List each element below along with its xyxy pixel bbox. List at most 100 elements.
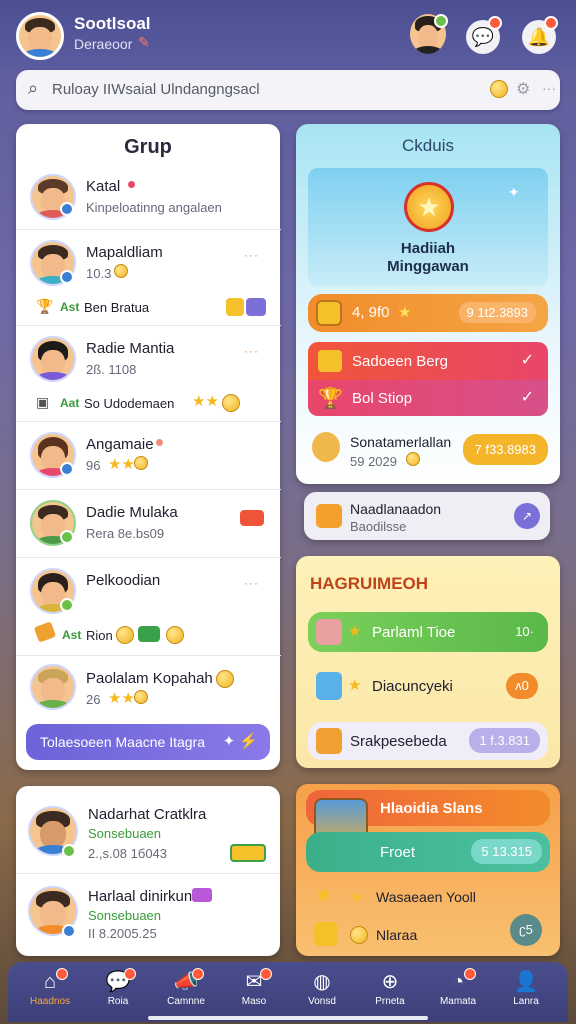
level-badge bbox=[192, 888, 212, 902]
group-item[interactable]: Katal Kinpeloatinng angalaen bbox=[16, 168, 281, 230]
pencil-icon[interactable]: ✎ bbox=[138, 34, 150, 51]
trophy-icon bbox=[314, 922, 338, 946]
nav-item-chat[interactable]: 💬 Roia bbox=[88, 966, 148, 1018]
rewards-row[interactable]: Nlaraa ʗ5 bbox=[306, 914, 550, 952]
rewards-panel: Hlaoidia Slans Froet 5 13.315 ★ ★ Wasaea… bbox=[296, 784, 560, 956]
online-badge bbox=[60, 598, 74, 612]
weekly-summary-title: Sonatamerlallan bbox=[350, 434, 452, 450]
profile-icon: 👤 bbox=[513, 971, 539, 993]
group-name: Pelkoodian bbox=[86, 572, 161, 589]
gem-icon bbox=[316, 672, 342, 700]
group-item[interactable]: Angamaie 96 ★★ bbox=[16, 422, 281, 490]
nav-label: Haadnos bbox=[29, 996, 71, 1007]
group-extra: Rion bbox=[86, 628, 113, 643]
mission-item[interactable]: Srakpesebeda 1 f.3.831 bbox=[308, 722, 548, 760]
group-panel: Grup Katal Kinpeloatinng angalaen Mapald… bbox=[16, 124, 281, 770]
more-icon[interactable]: ··· bbox=[244, 248, 259, 262]
app-header: Sootlsoal Deraeoor ✎ 💬 🔔 bbox=[0, 0, 576, 70]
nav-label: Mamata bbox=[439, 996, 477, 1007]
rewards-title: Hlaoidia Slans bbox=[380, 800, 483, 817]
group-item[interactable]: Paolalam Kopahah 26 ★★ bbox=[16, 656, 281, 716]
nav-item-games[interactable]: 📣 Camnne bbox=[156, 966, 216, 1018]
rewards-row-label: Nlaraa bbox=[376, 927, 418, 943]
chat-badge bbox=[488, 16, 502, 30]
nav-item-clock[interactable]: ◔ Mamata bbox=[428, 966, 488, 1018]
weekly-footer[interactable]: Naadlanaadon Baodilsse ↗ bbox=[304, 492, 550, 540]
group-sub: 2ß. 1108 bbox=[86, 362, 137, 377]
nav-item-messages[interactable]: ✉ Maso bbox=[224, 966, 284, 1018]
check-icon: ✓ bbox=[520, 389, 534, 406]
avatar bbox=[30, 664, 76, 710]
star-badge-icon: ★ bbox=[314, 882, 334, 907]
missions-panel: HAGRUIMEOH ★ Parlaml Tioe 10· ★ Diacuncy… bbox=[296, 556, 560, 768]
medal-icon: ★ bbox=[404, 182, 454, 232]
group-item[interactable]: Pelkoodian ··· Ast Rion bbox=[16, 558, 281, 656]
check-icon: ✓ bbox=[520, 352, 534, 369]
friend-item[interactable]: Harlaal dinirkun Sonsebuaen II 8.2005.25 bbox=[16, 876, 280, 952]
weekly-footer-sub: Baodilsse bbox=[350, 519, 407, 534]
weekly-row-coins-right: 9 1t2.3893 bbox=[458, 302, 536, 323]
rewards-row-label: Wasaeaen Yooll bbox=[376, 889, 476, 905]
nav-label: Maso bbox=[241, 996, 267, 1007]
more-icon[interactable]: ··· bbox=[244, 344, 259, 358]
search-bar[interactable]: ⌕ Ruloay IIWsaial Ulndangngsacl ⚙ ··· bbox=[16, 70, 560, 110]
group-item[interactable]: Mapaldliam 10.3 ··· 🏆 Ast Ben Bratua bbox=[16, 230, 281, 326]
more-icon[interactable]: ··· bbox=[542, 80, 556, 96]
friend-meta: II 8.2005.25 bbox=[88, 926, 157, 941]
group-item[interactable]: Radie Mantia 2ß. 1108 ··· ▣ Aat So Udode… bbox=[16, 326, 281, 422]
nav-item-voice[interactable]: ◍ Vonsd bbox=[292, 966, 352, 1018]
coin-icon bbox=[116, 626, 134, 644]
weekly-row-claim[interactable]: Sadoeen Berg ✓ bbox=[308, 342, 548, 380]
stars-icon: ★★ bbox=[108, 456, 135, 473]
weekly-footer-title: Naadlanaadon bbox=[350, 501, 442, 517]
home-indicator bbox=[148, 1016, 428, 1020]
nav-item-friends[interactable]: ⊕ Prneta bbox=[360, 966, 420, 1018]
nav-label: Vonsd bbox=[308, 996, 336, 1007]
bear-icon bbox=[312, 432, 340, 462]
weekly-row-summary[interactable]: Sonatamerlallan 59 2029 7 f33.8983 bbox=[308, 426, 548, 476]
nav-label: Roia bbox=[107, 996, 129, 1007]
group-item[interactable]: Dadie Mulaka Rera 8e.bs09 bbox=[16, 490, 281, 558]
star-icon: ★ bbox=[350, 889, 364, 906]
weekly-row-shop[interactable]: 🏆 Bol Stiop ✓ bbox=[308, 380, 548, 416]
arrow-icon[interactable]: ↗ bbox=[514, 503, 540, 529]
user-avatar[interactable] bbox=[16, 12, 64, 60]
mission-label: Diacuncyeki bbox=[372, 678, 453, 695]
app-title: Sootlsoal bbox=[74, 14, 151, 33]
weekly-row-coins[interactable]: 4, 9f0 ★ 9 1t2.3893 bbox=[308, 294, 548, 332]
nav-label: Lanra bbox=[513, 996, 539, 1007]
group-action-label: Tolaesoeen Maacne Itagra bbox=[40, 734, 205, 750]
nav-item-home[interactable]: ⌂ Haadnos bbox=[20, 966, 80, 1018]
weekly-summary-value[interactable]: 7 f33.8983 bbox=[462, 434, 548, 465]
nav-item-profile[interactable]: 👤 Lanra bbox=[496, 966, 556, 1018]
tag-label: Ast bbox=[62, 628, 82, 642]
mission-item[interactable]: ★ Diacuncyeki ʌ0 bbox=[308, 666, 548, 706]
coin-badge-icon bbox=[226, 298, 244, 316]
weekly-row-shop-label: Bol Stiop bbox=[352, 390, 413, 407]
more-icon[interactable]: ··· bbox=[244, 576, 259, 590]
weekly-row-coins-left: 4, 9f0 bbox=[352, 304, 390, 321]
ticket-icon bbox=[33, 621, 57, 643]
friend-item[interactable]: Nadarhat Cratklra Sonsebuaen 2.,s.08 1б0… bbox=[16, 794, 280, 874]
settings-icon[interactable]: ⚙ bbox=[516, 79, 530, 99]
nav-badge bbox=[124, 968, 136, 980]
nav-label: Camnne bbox=[167, 996, 205, 1007]
friend-name: Nadarhat Cratklra bbox=[88, 806, 207, 823]
avatar bbox=[30, 336, 76, 382]
friends-panel: Nadarhat Cratklra Sonsebuaen 2.,s.08 1б0… bbox=[16, 786, 280, 956]
group-action-button[interactable]: Tolaesoeen Maacne Itagra ✦ ⚡ bbox=[26, 724, 270, 760]
rewards-row-label: Froet bbox=[380, 844, 416, 861]
weekly-banner[interactable]: ★ ✦ Hadiiah Minggawan bbox=[308, 168, 548, 286]
star-icon: ★ bbox=[348, 623, 362, 640]
mission-item[interactable]: ★ Parlaml Tioe 10· bbox=[308, 612, 548, 652]
rewards-row[interactable]: Froet 5 13.315 bbox=[306, 832, 550, 872]
mission-value: ʌ0 bbox=[506, 673, 538, 699]
search-input[interactable]: Ruloay IIWsaial Ulndangngsacl bbox=[52, 81, 260, 98]
nav-badge bbox=[260, 968, 272, 980]
mission-value: 10· bbox=[515, 624, 534, 639]
trophy-icon: 🏆 bbox=[36, 298, 54, 314]
rewards-row[interactable]: ★ ★ Wasaeaen Yooll bbox=[306, 880, 550, 914]
stars-icon: ★★ bbox=[192, 393, 219, 410]
verified-badge bbox=[60, 462, 74, 476]
friend-status: Sonsebuaen bbox=[88, 826, 162, 841]
